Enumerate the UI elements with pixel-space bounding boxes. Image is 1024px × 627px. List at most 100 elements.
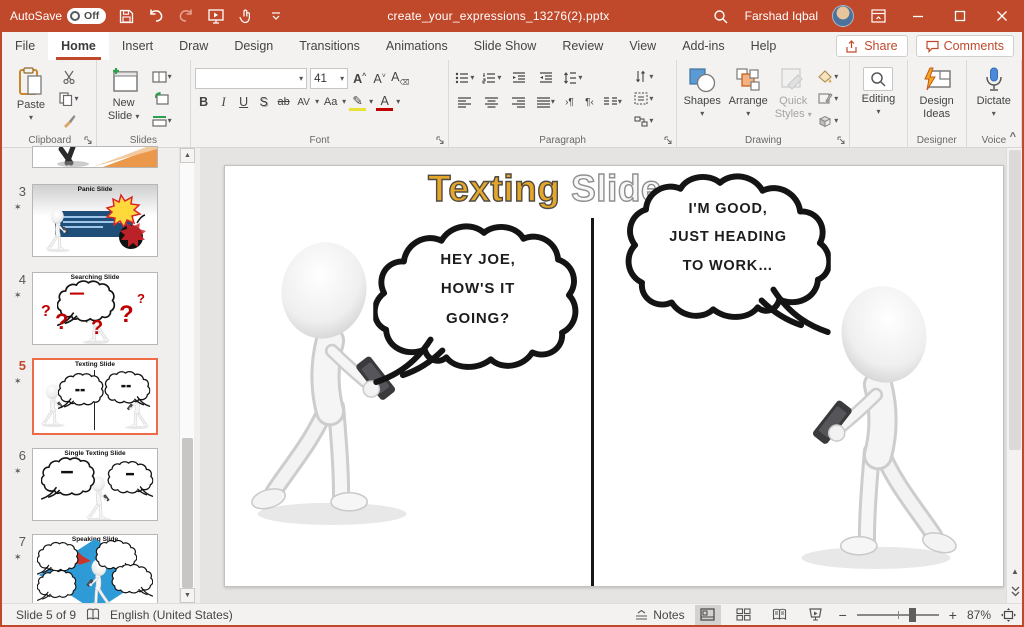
scroll-up-icon[interactable]: ▲: [180, 148, 195, 163]
tab-help[interactable]: Help: [738, 32, 790, 60]
slide-sorter-view-button[interactable]: [731, 605, 757, 625]
thumbnail-scrollbar[interactable]: ▲ ▼: [179, 148, 194, 603]
ribbon-display-options-icon[interactable]: [868, 6, 888, 26]
tab-transitions[interactable]: Transitions: [286, 32, 373, 60]
change-case-icon[interactable]: Aa: [322, 96, 339, 108]
slide-indicator[interactable]: Slide 5 of 9: [16, 608, 76, 622]
tab-view[interactable]: View: [616, 32, 669, 60]
section-icon[interactable]: ▾: [150, 112, 174, 131]
shape-fill-icon[interactable]: ▾: [816, 67, 840, 86]
strikethrough-icon[interactable]: ab: [275, 96, 292, 108]
tab-insert[interactable]: Insert: [109, 32, 166, 60]
format-painter-icon[interactable]: [57, 112, 81, 131]
font-color-icon[interactable]: A: [376, 94, 393, 111]
slide-show-button[interactable]: [803, 605, 829, 625]
underline-icon[interactable]: U: [235, 95, 252, 109]
design-ideas-button[interactable]: DesignIdeas: [912, 64, 962, 131]
align-text-icon[interactable]: ▾: [632, 89, 656, 108]
touch-mouse-mode-icon[interactable]: [236, 6, 256, 26]
text-direction-icon[interactable]: ▾: [632, 67, 656, 86]
font-name-combobox[interactable]: ▾: [195, 68, 307, 89]
divider-line-shape[interactable]: [591, 218, 594, 586]
character-spacing-icon[interactable]: AV: [295, 97, 312, 108]
previous-slide-icon[interactable]: ▲: [1008, 563, 1022, 579]
minimize-icon[interactable]: [908, 6, 928, 26]
left-speech-bubble[interactable]: HEY JOE, HOW'S IT GOING?: [373, 219, 581, 387]
align-center-icon[interactable]: [480, 92, 504, 112]
shapes-button[interactable]: Shapes▾: [681, 64, 723, 131]
font-dialog-launcher-icon[interactable]: [436, 136, 445, 145]
shape-effects-icon[interactable]: ▾: [816, 112, 840, 131]
text-shadow-icon[interactable]: S: [255, 95, 272, 109]
slide-layout-icon[interactable]: ▾: [150, 67, 174, 86]
tab-draw[interactable]: Draw: [166, 32, 221, 60]
highlight-color-icon[interactable]: ✎: [349, 93, 366, 111]
slide-thumbnail-5-selected[interactable]: Texting Slide ▃ ▃ ▃ ▃: [32, 358, 158, 435]
share-button[interactable]: Share: [836, 35, 907, 57]
new-slide-button[interactable]: NewSlide ▾: [101, 64, 147, 131]
start-presentation-icon[interactable]: [206, 6, 226, 26]
clipboard-dialog-launcher-icon[interactable]: [84, 136, 93, 145]
justify-icon[interactable]: ▾: [534, 92, 558, 112]
reading-view-button[interactable]: [767, 605, 793, 625]
tab-file[interactable]: File: [2, 32, 48, 60]
increase-font-size-icon[interactable]: A^: [351, 72, 368, 86]
avatar[interactable]: [832, 5, 854, 27]
align-right-icon[interactable]: [507, 92, 531, 112]
shape-outline-icon[interactable]: ▾: [816, 89, 840, 108]
align-left-icon[interactable]: [453, 92, 477, 112]
cut-icon[interactable]: [57, 67, 81, 86]
slide-thumbnail-4[interactable]: Searching Slide ▂▂▂ ? ? ? ? ?: [32, 272, 158, 345]
arrange-button[interactable]: Arrange▾: [726, 64, 770, 131]
tab-home[interactable]: Home: [48, 32, 109, 60]
tab-animations[interactable]: Animations: [373, 32, 461, 60]
user-name[interactable]: Farshad Iqbal: [745, 9, 818, 23]
paste-button[interactable]: Paste▾: [8, 64, 54, 131]
increase-indent-icon[interactable]: [534, 68, 558, 88]
language-indicator[interactable]: English (United States): [110, 608, 233, 622]
slide-thumbnail-6[interactable]: Single Texting Slide ▃▃▃ ▃▃: [32, 448, 158, 521]
line-spacing-icon[interactable]: ▾: [561, 68, 585, 88]
tab-add-ins[interactable]: Add-ins: [669, 32, 737, 60]
editing-button[interactable]: Editing▾: [854, 64, 902, 131]
rtl-direction-icon[interactable]: ¶‹: [581, 97, 598, 108]
canvas-scrollbar-thumb[interactable]: [1009, 150, 1021, 450]
tab-design[interactable]: Design: [221, 32, 286, 60]
dictate-button[interactable]: Dictate▾: [971, 64, 1017, 131]
slide-canvas[interactable]: Texting Slide HEY JOE, HOW'S IT GOING?: [224, 165, 1004, 587]
numbering-icon[interactable]: ▾: [480, 68, 504, 88]
redo-icon[interactable]: [176, 6, 196, 26]
font-size-combobox[interactable]: 41▾: [310, 68, 348, 89]
search-icon[interactable]: [711, 6, 731, 26]
decrease-indent-icon[interactable]: [507, 68, 531, 88]
bullets-icon[interactable]: ▾: [453, 68, 477, 88]
columns-icon[interactable]: ▾: [601, 92, 625, 112]
right-speech-bubble[interactable]: I'M GOOD, JUST HEADING TO WORK…: [623, 169, 831, 337]
autosave-toggle[interactable]: AutoSave Off: [10, 8, 106, 24]
ltr-direction-icon[interactable]: ›¶: [561, 97, 578, 108]
normal-view-button[interactable]: [695, 605, 721, 625]
collapse-ribbon-icon[interactable]: ^: [1010, 131, 1016, 143]
tab-review[interactable]: Review: [549, 32, 616, 60]
slide-thumbnail-2-partial[interactable]: [32, 146, 158, 168]
zoom-level[interactable]: 87%: [967, 608, 991, 622]
quick-access-overflow-icon[interactable]: [266, 6, 286, 26]
reset-slide-icon[interactable]: [150, 89, 174, 108]
scroll-down-icon[interactable]: ▼: [180, 588, 195, 603]
tab-slide-show[interactable]: Slide Show: [461, 32, 550, 60]
zoom-slider[interactable]: [857, 614, 939, 616]
decrease-font-size-icon[interactable]: A˅: [371, 72, 388, 86]
comments-button[interactable]: Comments: [916, 35, 1014, 57]
paragraph-dialog-launcher-icon[interactable]: [664, 136, 673, 145]
thumbnail-scrollbar-thumb[interactable]: [182, 438, 193, 588]
notes-button[interactable]: Notes: [635, 608, 684, 622]
quick-styles-button[interactable]: QuickStyles ▾: [773, 64, 813, 131]
slide-thumbnail-7[interactable]: Speaking Slide: [32, 534, 158, 603]
clear-formatting-icon[interactable]: A⌫: [391, 70, 408, 87]
canvas-scrollbar[interactable]: ▲: [1006, 148, 1022, 603]
zoom-slider-handle[interactable]: [909, 608, 916, 622]
italic-icon[interactable]: I: [215, 95, 232, 110]
fit-slide-to-window-icon[interactable]: [1001, 608, 1016, 622]
zoom-out-button[interactable]: −: [839, 607, 847, 623]
next-slide-icon[interactable]: [1008, 583, 1022, 599]
